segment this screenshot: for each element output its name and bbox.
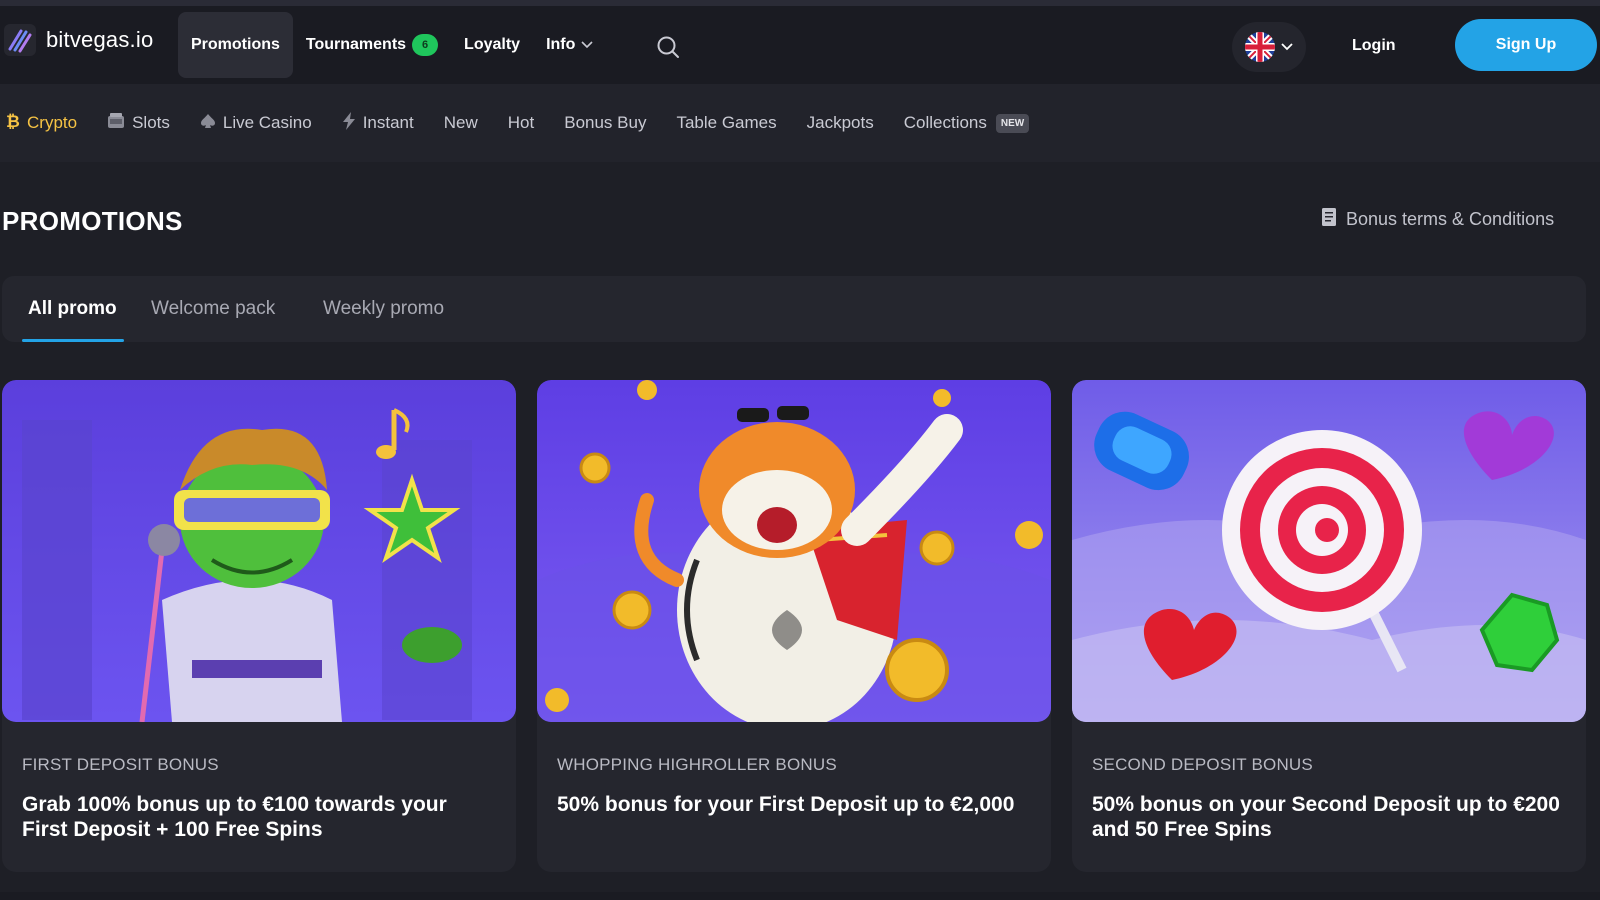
spade-icon xyxy=(200,113,216,134)
category-label: Crypto xyxy=(27,113,78,132)
category-jackpots[interactable]: Jackpots xyxy=(792,84,889,162)
svg-text:₿: ₿ xyxy=(6,112,20,130)
promo-description: Grab 100% bonus up to €100 towards your … xyxy=(22,793,447,841)
bottom-strip xyxy=(0,892,1600,900)
category-label: Collections xyxy=(903,113,987,132)
category-label: Table Games xyxy=(676,113,777,132)
tiger-coins-art xyxy=(537,380,1051,722)
category-live-casino[interactable]: Live Casino xyxy=(185,84,327,162)
document-icon xyxy=(1322,208,1336,231)
slot-machine-icon xyxy=(107,112,125,134)
category-hot[interactable]: Hot xyxy=(493,84,549,162)
promo-description: 50% bonus for your First Deposit up to €… xyxy=(557,793,1015,816)
main-nav: Promotions Tournaments 6 Loyalty Info xyxy=(178,12,606,78)
lightning-icon xyxy=(342,111,356,135)
category-label: New xyxy=(443,113,478,132)
nav-promotions-label: Promotions xyxy=(191,36,280,53)
nav-loyalty-label: Loyalty xyxy=(464,36,521,53)
tab-label: Welcome pack xyxy=(151,298,276,319)
promo-category: FIRST DEPOSIT BONUS xyxy=(22,755,219,774)
category-bar: ₿ Crypto Slots Live Casino Instant New H… xyxy=(0,84,1600,162)
logo[interactable]: bitvegas.io xyxy=(4,24,153,56)
frog-elvis-art xyxy=(2,380,516,722)
category-collections[interactable]: Collections NEW xyxy=(889,84,1045,162)
login-button[interactable]: Login xyxy=(1352,37,1396,55)
new-badge: NEW xyxy=(995,113,1030,133)
promo-category: WHOPPING HIGHROLLER BONUS xyxy=(557,755,837,774)
category-new[interactable]: New xyxy=(429,84,493,162)
promo-tabs: All promo Welcome pack Weekly promo xyxy=(2,276,1586,342)
nav-info-label: Info xyxy=(546,36,576,53)
signup-button[interactable]: Sign Up xyxy=(1455,19,1597,71)
category-label: Bonus Buy xyxy=(564,113,647,132)
language-selector[interactable] xyxy=(1232,22,1306,72)
category-label: Slots xyxy=(132,113,170,132)
bonus-terms-label: Bonus terms & Conditions xyxy=(1346,209,1555,229)
search-icon[interactable] xyxy=(656,35,680,59)
bonus-terms-link[interactable]: Bonus terms & Conditions xyxy=(1322,208,1554,231)
uk-flag-icon xyxy=(1245,32,1275,62)
promo-category: SECOND DEPOSIT BONUS xyxy=(1092,755,1313,774)
nav-tournaments[interactable]: Tournaments 6 xyxy=(293,12,451,78)
tab-weekly-promo[interactable]: Weekly promo xyxy=(323,276,444,342)
nav-loyalty[interactable]: Loyalty xyxy=(451,12,533,78)
category-crypto[interactable]: ₿ Crypto xyxy=(6,84,92,162)
category-label: Jackpots xyxy=(806,113,874,132)
lollipop-candy-art xyxy=(1072,380,1586,722)
category-label: Instant xyxy=(362,113,414,132)
tab-welcome-pack[interactable]: Welcome pack xyxy=(151,276,275,342)
category-label: Live Casino xyxy=(222,113,312,132)
page-title: PROMOTIONS xyxy=(2,206,183,236)
tab-label: All promo xyxy=(28,298,117,319)
promo-card-second-deposit[interactable]: SECOND DEPOSIT BONUS 50% bonus on your S… xyxy=(1072,380,1586,872)
tournaments-count-badge: 6 xyxy=(412,34,439,56)
promo-card-highroller[interactable]: WHOPPING HIGHROLLER BONUS 50% bonus for … xyxy=(537,380,1051,872)
active-tab-indicator xyxy=(22,339,124,342)
category-instant[interactable]: Instant xyxy=(327,84,429,162)
nav-promotions[interactable]: Promotions xyxy=(178,12,293,78)
logo-icon xyxy=(4,24,36,56)
logo-text: bitvegas.io xyxy=(46,27,154,52)
nav-tournaments-label: Tournaments xyxy=(305,36,407,53)
category-slots[interactable]: Slots xyxy=(92,84,185,162)
category-table-games[interactable]: Table Games xyxy=(661,84,791,162)
chevron-down-icon xyxy=(1281,38,1293,56)
bitcoin-icon: ₿ xyxy=(6,112,20,135)
tab-label: Weekly promo xyxy=(323,298,445,319)
tab-all-promo[interactable]: All promo xyxy=(28,276,117,342)
category-bonus-buy[interactable]: Bonus Buy xyxy=(549,84,661,162)
header: bitvegas.io Promotions Tournaments 6 Loy… xyxy=(0,6,1600,84)
category-label: Hot xyxy=(507,113,535,132)
nav-info[interactable]: Info xyxy=(533,12,606,78)
promo-card-first-deposit[interactable]: FIRST DEPOSIT BONUS Grab 100% bonus up t… xyxy=(2,380,516,872)
promo-description: 50% bonus on your Second Deposit up to €… xyxy=(1092,793,1560,841)
chevron-down-icon xyxy=(581,36,593,54)
